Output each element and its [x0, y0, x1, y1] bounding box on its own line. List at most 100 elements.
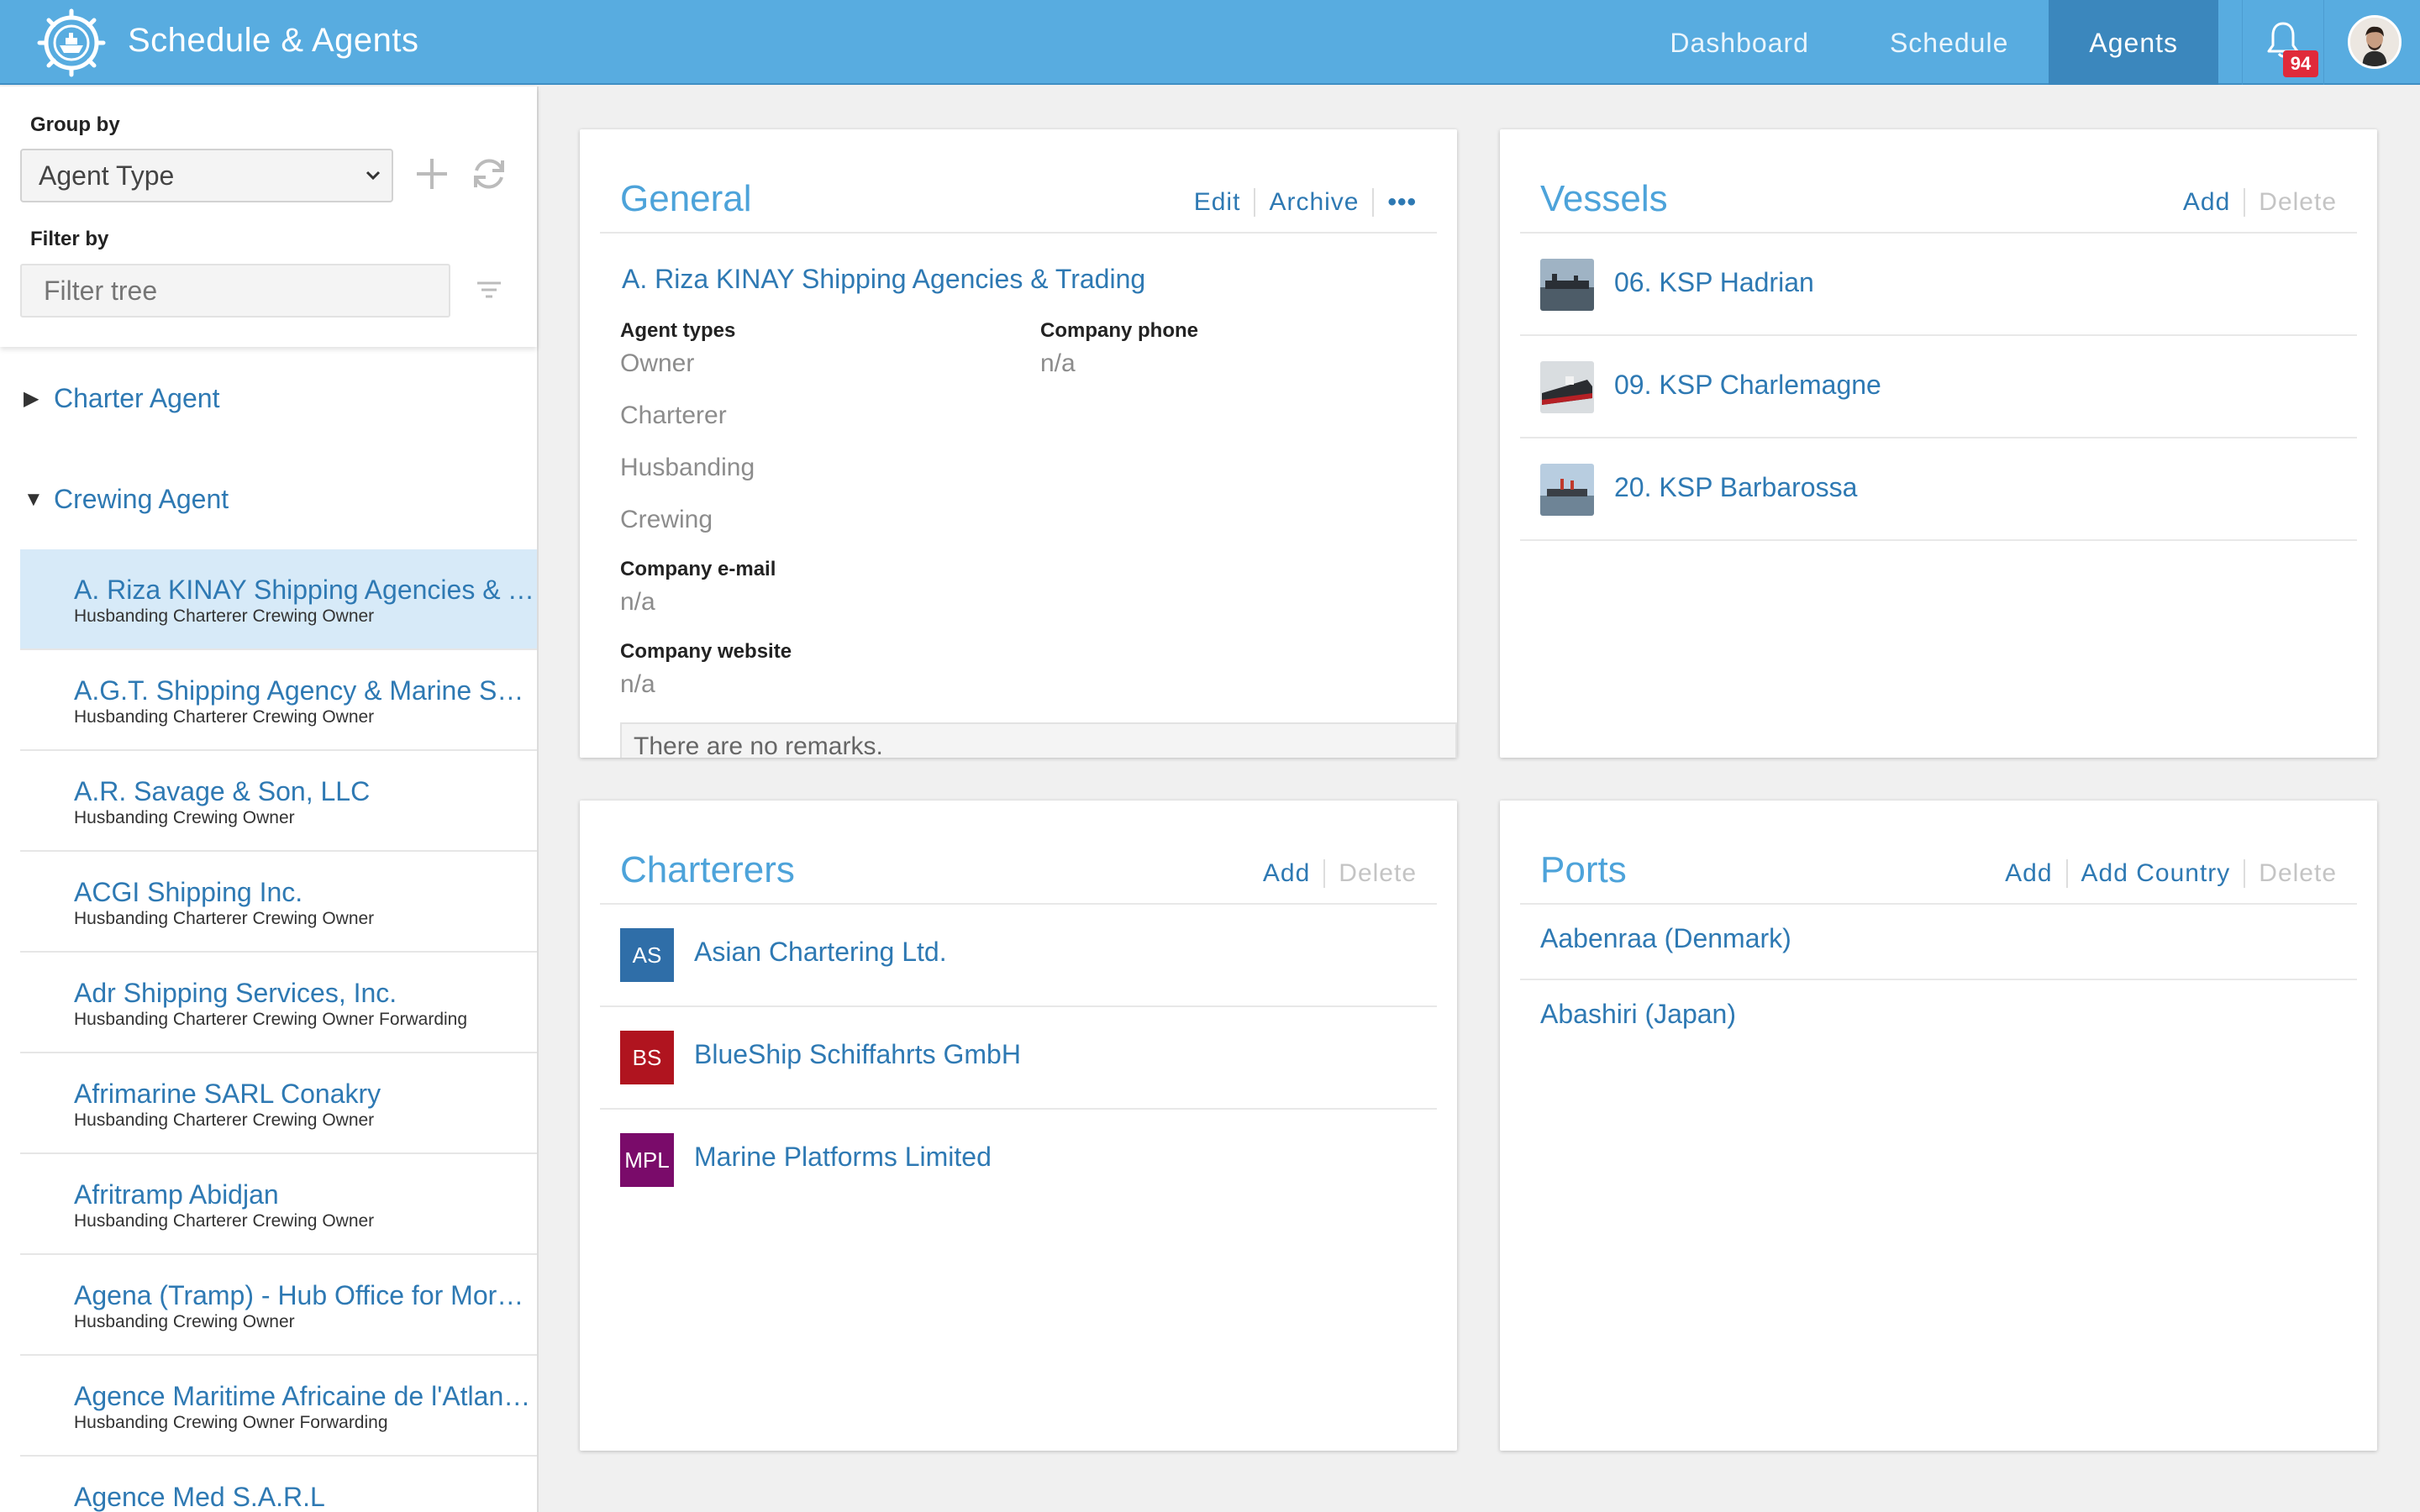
ports-card: Ports Add Add Country Delete Aabenraa (D…	[1500, 801, 2377, 1451]
ship-wheel-logo-icon[interactable]	[37, 8, 106, 77]
agent-types: Husbanding Charterer Crewing Owner	[74, 1110, 375, 1130]
notification-count-badge: 94	[2283, 50, 2318, 77]
tree-item[interactable]: A.R. Savage & Son, LLC Husbanding Crewin…	[20, 751, 537, 852]
agent-type-value: Crewing	[620, 506, 713, 533]
company-email-value: n/a	[620, 588, 655, 616]
archive-button[interactable]: Archive	[1254, 188, 1372, 217]
tree-item[interactable]: A. Riza KINAY Shipping Agencies & Tradin…	[20, 549, 537, 650]
charterers-title: Charterers	[620, 849, 795, 890]
add-country-button[interactable]: Add Country	[2065, 859, 2244, 888]
agent-types: Husbanding Charterer Crewing Owner	[74, 606, 375, 626]
divider	[600, 232, 1437, 234]
nav-dashboard[interactable]: Dashboard	[1629, 0, 1849, 85]
port-row[interactable]: Abashiri (Japan)	[1520, 980, 2357, 1056]
general-title: General	[620, 178, 752, 219]
tree-item[interactable]: Adr Shipping Services, Inc. Husbanding C…	[20, 953, 537, 1053]
user-avatar[interactable]	[2348, 15, 2402, 69]
add-port-button[interactable]: Add	[1991, 859, 2065, 888]
charterer-name: Marine Platforms Limited	[694, 1142, 992, 1172]
nav-schedule[interactable]: Schedule	[1849, 0, 2049, 85]
group-charter-agent[interactable]: ▶ Charter Agent	[24, 383, 219, 414]
delete-charterer-button[interactable]: Delete	[1323, 859, 1417, 888]
charterer-avatar: AS	[620, 928, 674, 982]
sidebar: Group by Agent Type Filter by ▶ Charter A…	[0, 87, 539, 1512]
agent-name: A.G.T. Shipping Agency & Marine Services	[74, 675, 536, 706]
collapse-arrow-icon: ▼	[24, 488, 44, 511]
group-by-select[interactable]: Agent Type	[20, 149, 393, 202]
remarks-box: There are no remarks.	[620, 722, 1457, 758]
tree-item[interactable]: Afrimarine SARL Conakry Husbanding Chart…	[20, 1053, 537, 1154]
charterer-name: BlueShip Schiffahrts GmbH	[694, 1039, 1021, 1069]
tree-item[interactable]: Agence Maritime Africaine de l'Atlantiqu…	[20, 1356, 537, 1457]
agent-name: Agena (Tramp) - Hub Office for Morocco	[74, 1280, 536, 1310]
tree-item[interactable]: Agena (Tramp) - Hub Office for Morocco H…	[20, 1255, 537, 1356]
company-email-label: Company e-mail	[620, 558, 776, 580]
tree-item[interactable]: ACGI Shipping Inc. Husbanding Charterer …	[20, 852, 537, 953]
charterer-row[interactable]: MPL Marine Platforms Limited	[600, 1110, 1437, 1212]
agent-tree-list: A. Riza KINAY Shipping Agencies & Tradin…	[20, 549, 537, 1512]
company-phone-value: n/a	[1040, 349, 1076, 377]
group-by-label: Group by	[30, 113, 120, 136]
app-title: Schedule & Agents	[128, 22, 419, 59]
charterer-row[interactable]: AS Asian Chartering Ltd.	[600, 905, 1437, 1007]
vessel-photo	[1540, 464, 1594, 516]
agent-name: A. Riza KINAY Shipping Agencies & Tradin…	[74, 575, 536, 605]
delete-vessel-button[interactable]: Delete	[2244, 188, 2337, 217]
chevron-down-icon	[366, 171, 381, 181]
filter-icon[interactable]	[472, 273, 506, 307]
tree-item[interactable]: Afritramp Abidjan Husbanding Charterer C…	[20, 1154, 537, 1255]
company-name: A. Riza KINAY Shipping Agencies & Tradin…	[622, 264, 1146, 294]
agent-name: Adr Shipping Services, Inc.	[74, 978, 397, 1008]
nav-agents[interactable]: Agents	[2049, 0, 2218, 85]
add-plus-icon[interactable]	[412, 154, 452, 194]
vessel-row[interactable]: 06. KSP Hadrian	[1520, 234, 2357, 336]
agent-type-value: Charterer	[620, 402, 727, 429]
group-label: Charter Agent	[54, 383, 220, 413]
agent-name: Afrimarine SARL Conakry	[74, 1079, 381, 1109]
agent-types-label: Agent types	[620, 319, 736, 342]
add-charterer-button[interactable]: Add	[1249, 859, 1323, 888]
agent-types: Husbanding Charterer Crewing Owner	[74, 909, 375, 928]
agent-types: Husbanding Charterer Crewing Owner Forwa…	[74, 1010, 468, 1029]
agent-type-value: Owner	[620, 349, 695, 377]
charterers-actions: Add Delete	[1249, 859, 1417, 888]
port-row[interactable]: Aabenraa (Denmark)	[1520, 905, 2357, 980]
agent-name: ACGI Shipping Inc.	[74, 877, 303, 907]
sidebar-controls: Group by Agent Type Filter by	[0, 87, 537, 347]
company-website-label: Company website	[620, 640, 792, 663]
vessel-name: 20. KSP Barbarossa	[1614, 472, 1858, 502]
agent-name: A.R. Savage & Son, LLC	[74, 776, 371, 806]
agent-types: Husbanding Crewing Owner	[74, 1312, 295, 1331]
vessel-name: 06. KSP Hadrian	[1614, 267, 1814, 297]
ports-title: Ports	[1540, 849, 1627, 890]
edit-button[interactable]: Edit	[1181, 188, 1255, 217]
filter-tree-input[interactable]	[20, 264, 450, 318]
ports-actions: Add Add Country Delete	[1991, 859, 2337, 888]
group-by-value: Agent Type	[39, 160, 175, 191]
company-phone-label: Company phone	[1040, 319, 1199, 342]
charterer-row[interactable]: BS BlueShip Schiffahrts GmbH	[600, 1007, 1437, 1110]
vessels-actions: Add Delete	[2170, 188, 2337, 217]
charterer-avatar: BS	[620, 1031, 674, 1084]
charterer-avatar: MPL	[620, 1133, 674, 1187]
vessel-row[interactable]: 09. KSP Charlemagne	[1520, 336, 2357, 438]
delete-port-button[interactable]: Delete	[2244, 859, 2337, 888]
agent-name: Agence Maritime Africaine de l'Atlantiqu…	[74, 1381, 536, 1411]
group-crewing-agent[interactable]: ▼ Crewing Agent	[24, 484, 229, 515]
vessel-photo	[1540, 361, 1594, 413]
agent-types: Husbanding Crewing Owner Forwarding	[74, 1413, 388, 1432]
notifications-button[interactable]: 94	[2242, 0, 2324, 85]
tree-item[interactable]: Agence Med S.A.R.L	[20, 1457, 537, 1512]
add-vessel-button[interactable]: Add	[2170, 188, 2244, 217]
agent-types: Husbanding Charterer Crewing Owner	[74, 707, 375, 727]
user-avatar-icon	[2350, 18, 2399, 66]
tree-item[interactable]: A.G.T. Shipping Agency & Marine Services…	[20, 650, 537, 751]
company-website-value: n/a	[620, 670, 655, 698]
vessel-row[interactable]: 20. KSP Barbarossa	[1520, 438, 2357, 541]
vessels-title: Vessels	[1540, 178, 1668, 219]
more-options-icon[interactable]: •••	[1372, 188, 1417, 217]
refresh-icon[interactable]	[469, 154, 509, 194]
port-name: Abashiri (Japan)	[1540, 999, 1736, 1029]
charterers-card: Charterers Add Delete AS Asian Charterin…	[580, 801, 1457, 1451]
vessels-card: Vessels Add Delete 06. KSP Hadrian 09. K…	[1500, 129, 2377, 758]
